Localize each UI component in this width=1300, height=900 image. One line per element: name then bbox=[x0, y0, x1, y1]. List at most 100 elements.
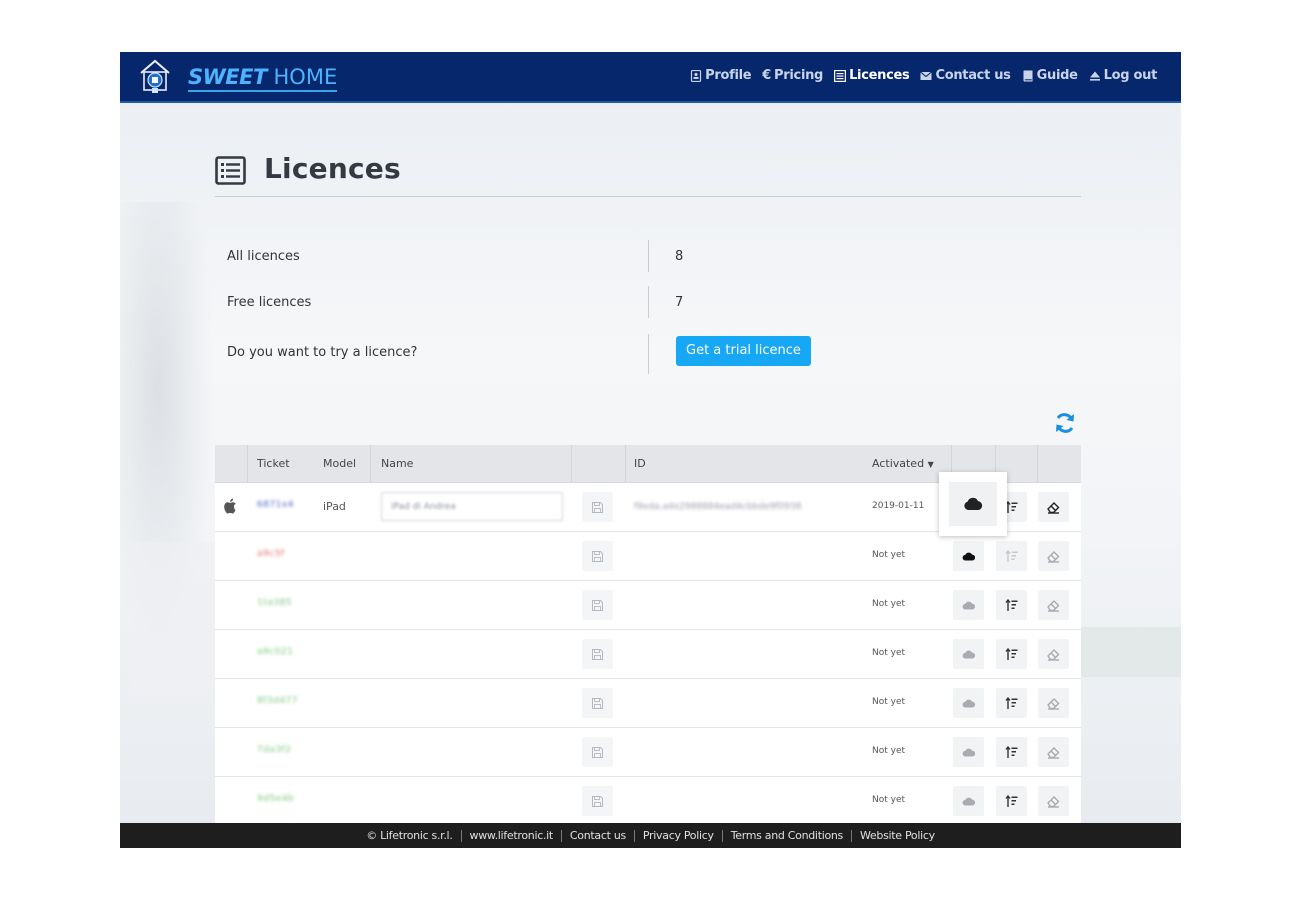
footer-copyright: © Lifetronic s.r.l. bbox=[366, 829, 453, 842]
eraser-icon bbox=[1047, 697, 1060, 710]
eraser-icon bbox=[1047, 501, 1060, 514]
main-nav: Profile € Pricing Licences Contact us Gu… bbox=[690, 68, 1157, 83]
device-name-input[interactable] bbox=[381, 492, 563, 521]
save-button[interactable] bbox=[582, 688, 613, 718]
brand-bold: SWEET bbox=[188, 65, 267, 89]
cloud-button[interactable] bbox=[949, 482, 997, 526]
eraser-icon bbox=[1047, 795, 1060, 808]
footer-divider bbox=[851, 829, 852, 842]
eraser-icon bbox=[1047, 648, 1060, 661]
save-button[interactable] bbox=[582, 541, 613, 571]
nav-pricing[interactable]: € Pricing bbox=[762, 68, 823, 83]
footer-link-contact[interactable]: Contact us bbox=[570, 829, 626, 842]
nav-profile[interactable]: Profile bbox=[690, 68, 752, 83]
header-model[interactable]: Model bbox=[323, 457, 356, 470]
nav-guide[interactable]: Guide bbox=[1022, 68, 1078, 83]
nav-profile-label: Profile bbox=[705, 68, 752, 83]
save-button[interactable] bbox=[582, 639, 613, 669]
sort-caret-icon: ▼ bbox=[927, 460, 934, 469]
cloud-icon bbox=[962, 699, 975, 708]
header-name[interactable]: Name bbox=[381, 457, 413, 470]
column-divider bbox=[625, 445, 626, 483]
cloud-icon bbox=[964, 497, 983, 510]
cloud-tooltip-popup[interactable] bbox=[939, 472, 1007, 536]
refresh-icon[interactable] bbox=[1054, 412, 1076, 434]
table-row: 7da3f2 Not yet bbox=[215, 728, 1081, 777]
licences-table: Ticket Model Name ID Activated ▼ 6871x4 … bbox=[215, 445, 1081, 826]
header-ticket[interactable]: Ticket bbox=[257, 457, 290, 470]
cloud-button[interactable] bbox=[953, 590, 984, 620]
reset-button[interactable] bbox=[1038, 737, 1069, 767]
header-id[interactable]: ID bbox=[634, 457, 646, 470]
transfer-button[interactable] bbox=[996, 688, 1027, 718]
page-heading: Licences bbox=[215, 152, 1081, 197]
nav-logout[interactable]: Log out bbox=[1089, 68, 1157, 83]
table-row: a9c021 Not yet bbox=[215, 630, 1081, 679]
ticket-code: 7da3f2 bbox=[257, 745, 292, 755]
reset-button[interactable] bbox=[1038, 639, 1069, 669]
save-button[interactable] bbox=[582, 786, 613, 816]
transfer-button[interactable] bbox=[996, 786, 1027, 816]
ticket-code: 8f3d477 bbox=[257, 696, 299, 706]
footer-link-website-policy[interactable]: Website Policy bbox=[860, 829, 935, 842]
column-divider bbox=[247, 445, 248, 483]
floppy-icon bbox=[592, 697, 603, 709]
cloud-button[interactable] bbox=[953, 737, 984, 767]
info-free-licences: Free licences 7 bbox=[215, 286, 1081, 320]
list-icon bbox=[215, 156, 246, 185]
save-button[interactable] bbox=[582, 492, 613, 522]
transfer-button[interactable] bbox=[996, 541, 1027, 571]
divider bbox=[648, 286, 649, 318]
footer-link-website[interactable]: www.lifetronic.it bbox=[470, 829, 554, 842]
reset-button[interactable] bbox=[1038, 541, 1069, 571]
column-divider bbox=[1037, 445, 1038, 483]
table-row: 9d5e4b Not yet bbox=[215, 777, 1081, 826]
cloud-button[interactable] bbox=[953, 639, 984, 669]
house-logo-icon[interactable] bbox=[138, 58, 172, 96]
sort-transfer-icon bbox=[1005, 745, 1018, 758]
transfer-button[interactable] bbox=[996, 590, 1027, 620]
ticket-code: 1ta385 bbox=[257, 598, 292, 608]
activated-date: 2019-01-11 bbox=[872, 501, 925, 511]
sort-transfer-icon bbox=[1005, 549, 1018, 562]
divider bbox=[648, 240, 649, 272]
reset-button[interactable] bbox=[1038, 786, 1069, 816]
header-activated[interactable]: Activated ▼ bbox=[872, 457, 934, 470]
device-id: f9eda.a4e2988884ead4cbbde9f0938 bbox=[634, 502, 802, 512]
cloud-button[interactable] bbox=[953, 786, 984, 816]
ticket-code: 9d5e4b bbox=[257, 794, 295, 804]
all-licences-label: All licences bbox=[227, 249, 300, 264]
brand-light: HOME bbox=[273, 65, 338, 89]
activated-status: Not yet bbox=[872, 648, 906, 658]
header-activated-label: Activated bbox=[872, 457, 925, 470]
cloud-icon bbox=[962, 552, 975, 561]
reset-button[interactable] bbox=[1038, 492, 1069, 522]
floppy-icon bbox=[592, 599, 603, 611]
column-divider bbox=[370, 445, 371, 483]
app-window: SWEET HOME Profile € Pricing Licences Co… bbox=[120, 52, 1181, 848]
cloud-button[interactable] bbox=[953, 688, 984, 718]
nav-contact[interactable]: Contact us bbox=[920, 68, 1011, 83]
footer-link-terms[interactable]: Terms and Conditions bbox=[731, 829, 844, 842]
reset-button[interactable] bbox=[1038, 688, 1069, 718]
cloud-icon bbox=[962, 748, 975, 757]
activated-status: Not yet bbox=[872, 795, 906, 805]
cloud-button[interactable] bbox=[953, 541, 984, 571]
reset-button[interactable] bbox=[1038, 590, 1069, 620]
book-icon bbox=[1023, 70, 1033, 81]
nav-licences[interactable]: Licences bbox=[834, 68, 910, 83]
save-button[interactable] bbox=[582, 737, 613, 767]
transfer-button[interactable] bbox=[996, 639, 1027, 669]
transfer-button[interactable] bbox=[996, 737, 1027, 767]
info-trial: Do you want to try a licence? Get a tria… bbox=[215, 334, 1081, 374]
get-trial-licence-button[interactable]: Get a trial licence bbox=[676, 336, 811, 366]
save-button[interactable] bbox=[582, 590, 613, 620]
table-row: 6871x4 iPad f9eda.a4e2988884ead4cbbde9f0… bbox=[215, 472, 1081, 536]
info-all-licences: All licences 8 bbox=[215, 240, 1081, 274]
footer-link-privacy[interactable]: Privacy Policy bbox=[643, 829, 714, 842]
table-row: a9c5f Not yet bbox=[215, 532, 1081, 581]
floppy-icon bbox=[592, 550, 603, 562]
eraser-icon bbox=[1047, 550, 1060, 563]
brand-logo[interactable]: SWEET HOME bbox=[188, 64, 338, 92]
cloud-icon bbox=[962, 601, 975, 610]
